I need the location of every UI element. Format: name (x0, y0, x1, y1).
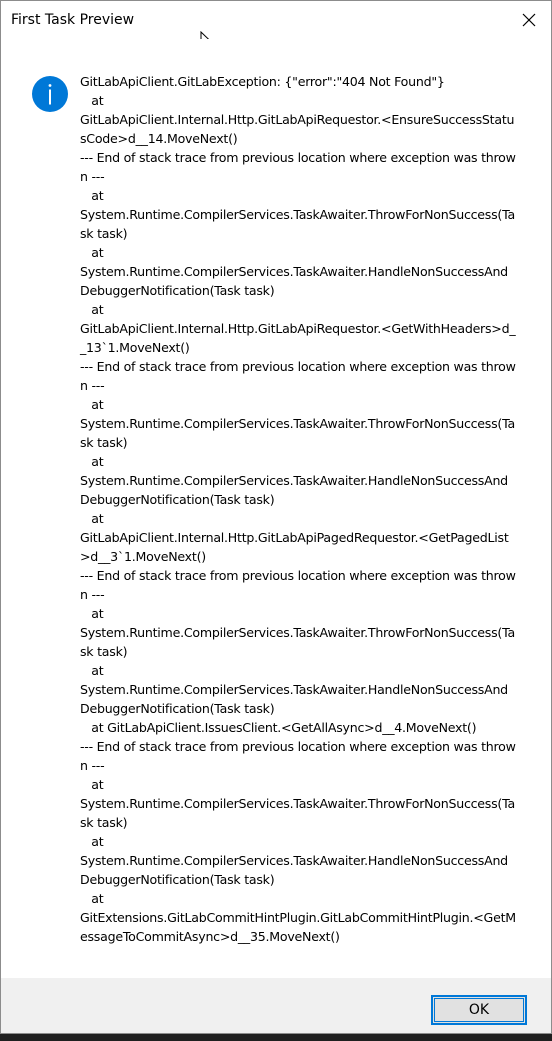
error-message: GitLabApiClient.GitLabException: {"error… (80, 74, 516, 944)
close-button[interactable] (515, 7, 543, 33)
dialog-title: First Task Preview (11, 12, 135, 28)
button-bar: OK (1, 978, 551, 1033)
ok-button[interactable]: OK (431, 995, 527, 1025)
title-bar[interactable]: First Task Preview (1, 1, 551, 39)
close-icon (522, 13, 536, 27)
dialog-content: GitLabApiClient.GitLabException: {"error… (1, 39, 551, 978)
ok-button-label: OK (468, 1002, 490, 1018)
info-icon (32, 76, 68, 112)
message-dialog: First Task Preview GitLabApiClient.GitLa… (0, 0, 552, 1034)
